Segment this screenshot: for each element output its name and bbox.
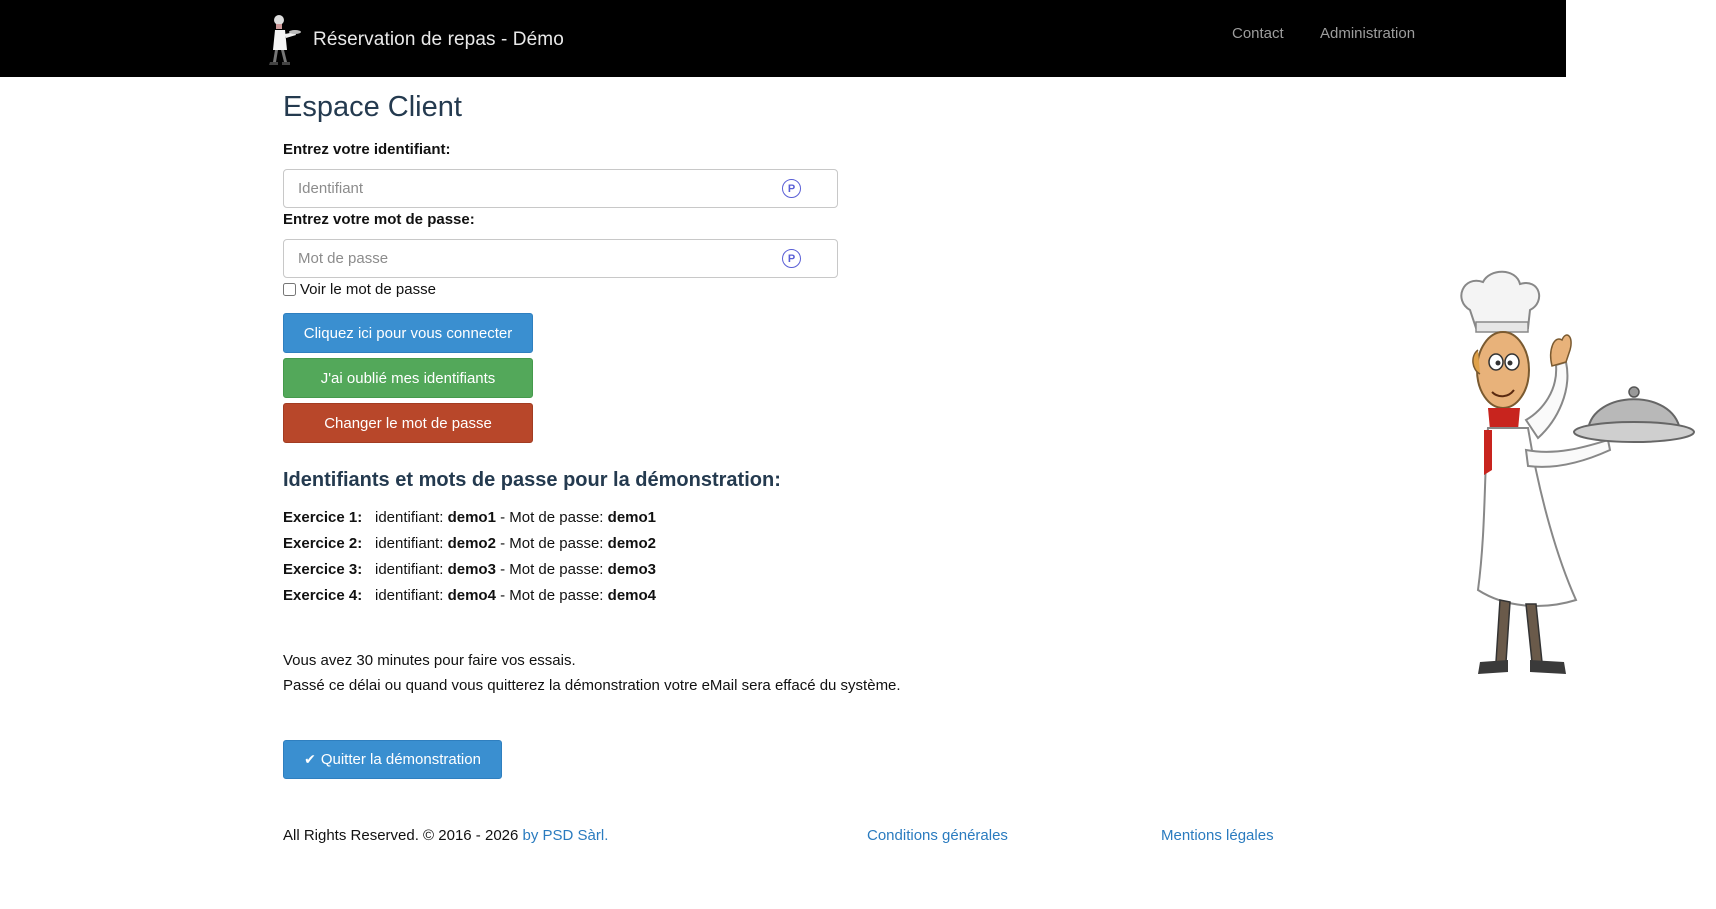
exercise-label: Exercice 3: (283, 561, 363, 578)
login-button[interactable]: Cliquez ici pour vous connecter (283, 313, 533, 353)
username-label: Entrez votre identifiant: (283, 141, 451, 158)
exercise-label: Exercice 1: (283, 509, 363, 526)
show-password-label: Voir le mot de passe (300, 281, 436, 298)
nav-administration-link[interactable]: Administration (1320, 25, 1415, 42)
demo-credential-row: Exercice 2: identifiant: demo2 - Mot de … (283, 535, 656, 552)
quit-demo-label: Quitter la démonstration (320, 751, 481, 768)
company-link[interactable]: by PSD Sàrl. (523, 827, 609, 844)
exercise-label: Exercice 4: (283, 587, 363, 604)
app-title: Réservation de repas - Démo (313, 29, 564, 50)
exercise-label: Exercice 2: (283, 535, 363, 552)
demo-credentials-heading: Identifiants et mots de passe pour la dé… (283, 469, 781, 491)
id-label: identifiant: (375, 561, 444, 578)
quit-demo-button[interactable]: ✔ Quitter la démonstration (283, 740, 502, 779)
top-navbar: Réservation de repas - Démo Contact Admi… (0, 0, 1566, 77)
brand[interactable]: Réservation de repas - Démo (265, 12, 564, 68)
waiter-logo-icon (269, 15, 301, 65)
show-password-checkbox[interactable] (283, 283, 296, 296)
pw-label: - Mot de passe: (495, 587, 604, 604)
username-input[interactable] (296, 170, 776, 206)
chef-illustration (1460, 270, 1695, 674)
demo-time-note: Vous avez 30 minutes pour faire vos essa… (283, 652, 576, 669)
demo-pw: demo3 (607, 561, 657, 578)
demo-credential-row: Exercice 3: identifiant: demo3 - Mot de … (283, 561, 656, 578)
demo-credential-row: Exercice 1: identifiant: demo1 - Mot de … (283, 509, 656, 526)
pw-label: - Mot de passe: (495, 561, 604, 578)
change-password-button[interactable]: Changer le mot de passe (283, 403, 533, 443)
id-label: identifiant: (375, 535, 444, 552)
demo-pw: demo4 (607, 587, 657, 604)
demo-pw: demo2 (607, 535, 657, 552)
demo-credential-row: Exercice 4: identifiant: demo4 - Mot de … (283, 587, 656, 604)
legal-notice-link[interactable]: Mentions légales (1161, 827, 1274, 844)
username-field-wrapper: P (283, 169, 838, 208)
demo-pw: demo1 (607, 509, 657, 526)
checkmark-icon: ✔ (304, 751, 316, 767)
password-label: Entrez votre mot de passe: (283, 211, 475, 228)
demo-id: demo2 (447, 535, 496, 552)
demo-id: demo4 (447, 587, 496, 604)
copyright-text: All Rights Reserved. © 2016 - 2026 (283, 827, 523, 844)
demo-email-note: Passé ce délai ou quand vous quitterez l… (283, 677, 901, 694)
password-manager-icon[interactable]: P (782, 249, 801, 268)
id-label: identifiant: (375, 587, 444, 604)
show-password-option[interactable]: Voir le mot de passe (283, 281, 436, 298)
pw-label: - Mot de passe: (495, 535, 604, 552)
forgot-credentials-button[interactable]: J'ai oublié mes identifiants (283, 358, 533, 398)
demo-id: demo3 (447, 561, 496, 578)
id-label: identifiant: (375, 509, 444, 526)
footer-copyright: All Rights Reserved. © 2016 - 2026 by PS… (283, 827, 608, 844)
nav-contact-link[interactable]: Contact (1232, 25, 1284, 42)
password-field-wrapper: P (283, 239, 838, 278)
password-manager-icon[interactable]: P (782, 179, 801, 198)
pw-label: - Mot de passe: (495, 509, 604, 526)
page-title: Espace Client (283, 91, 462, 123)
demo-id: demo1 (447, 509, 496, 526)
password-input[interactable] (296, 240, 776, 276)
terms-link[interactable]: Conditions générales (867, 827, 1008, 844)
